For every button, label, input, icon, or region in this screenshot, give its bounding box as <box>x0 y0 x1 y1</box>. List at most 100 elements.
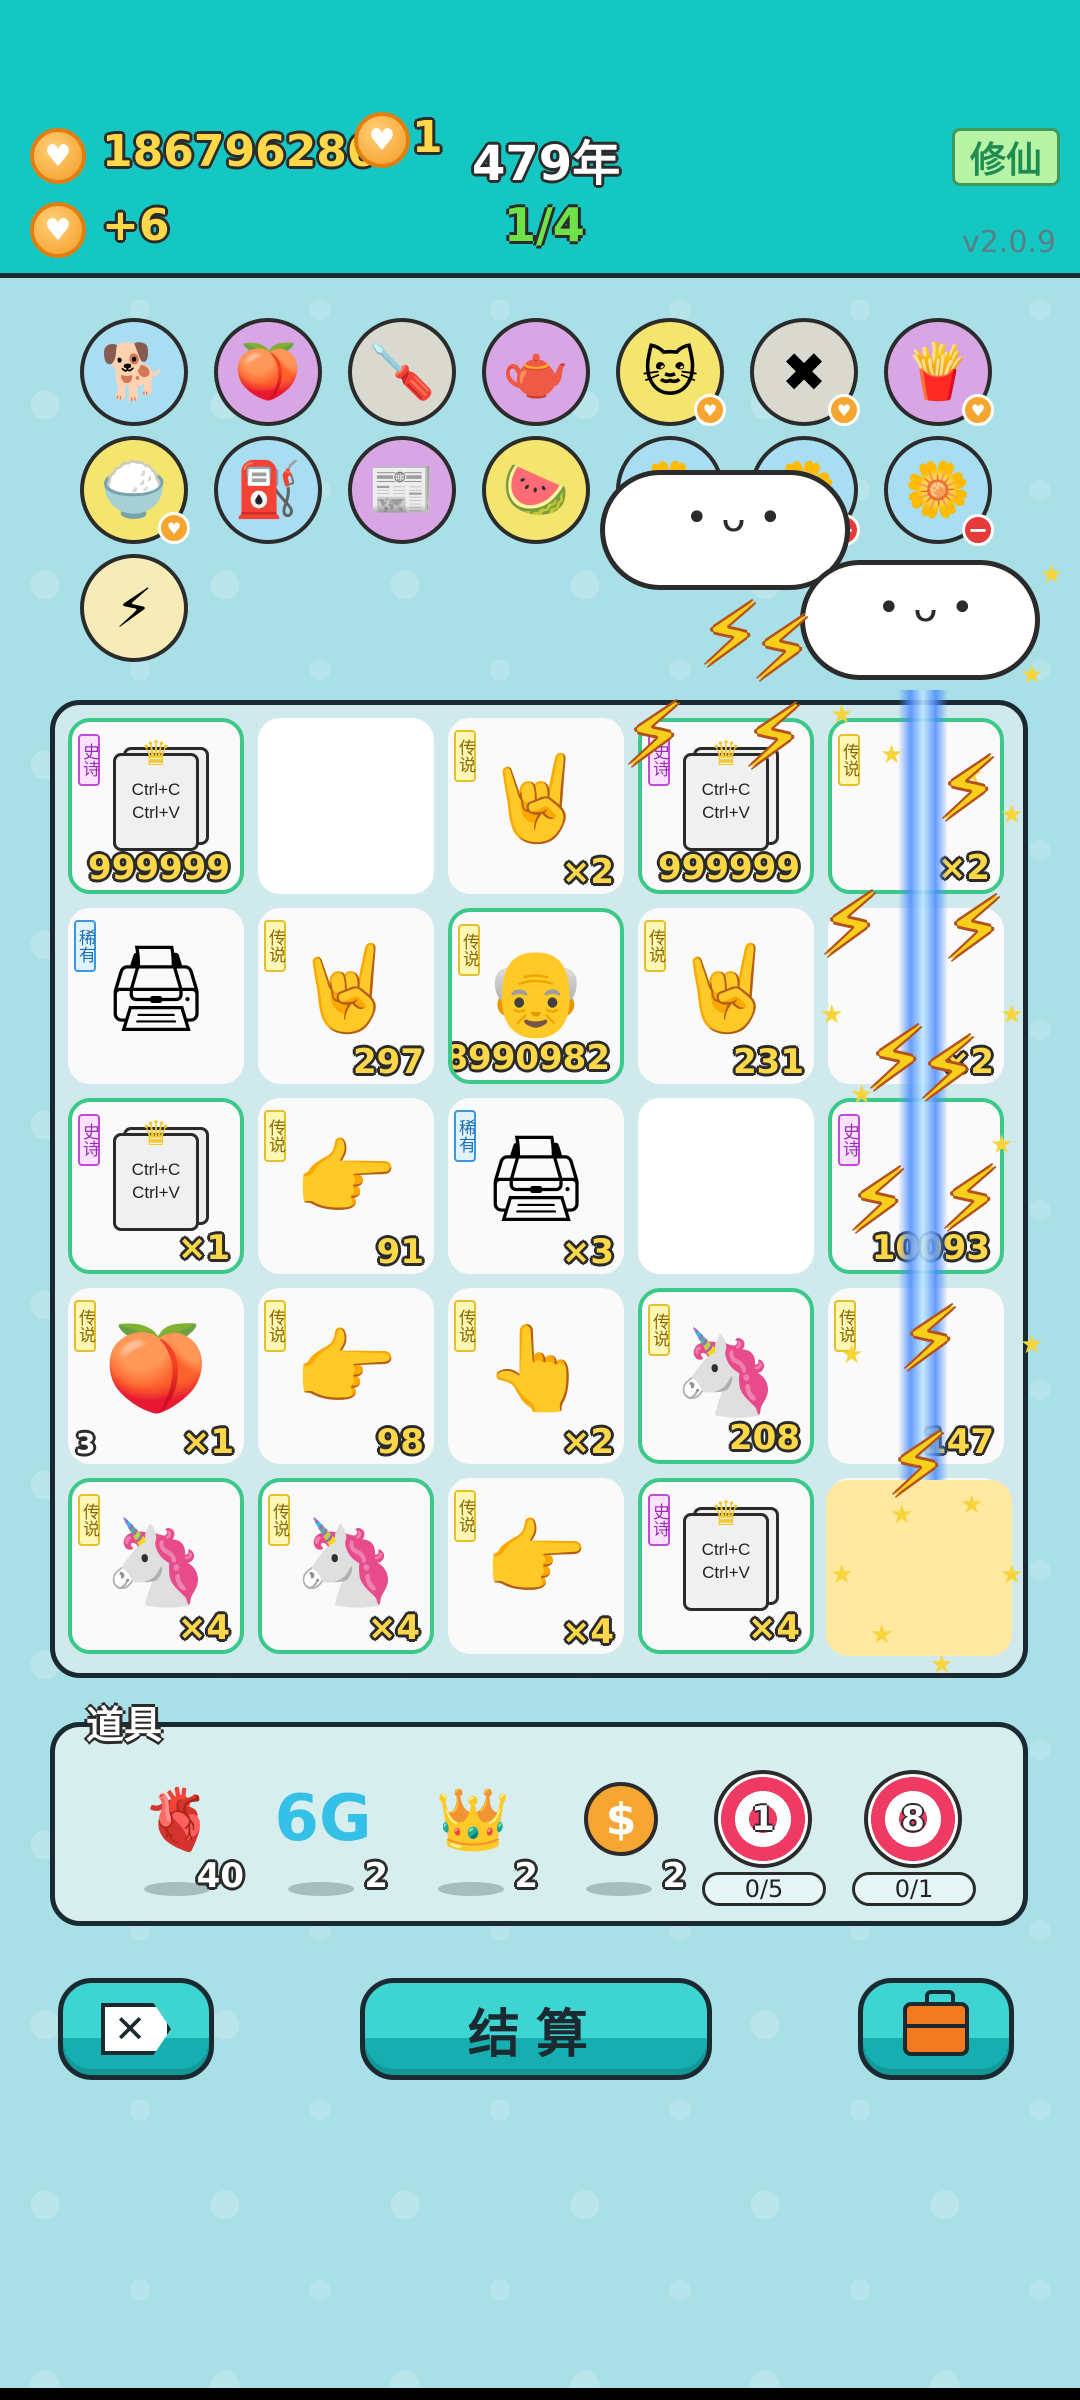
point-hand-icon: 👉 <box>293 1128 399 1227</box>
dollar-coin-icon: $ <box>556 1774 686 1864</box>
board-cell-printer[interactable]: 稀有 🖨 <box>68 908 244 1084</box>
board-cell-point-hand[interactable]: 传说 👆 ×2 <box>448 1288 624 1464</box>
prop-liver[interactable]: 🫀 40 <box>114 1774 244 1914</box>
board-cell-rock-hand[interactable]: 传说 🤘 297 <box>258 908 434 1084</box>
cell-count: ×2 <box>561 852 614 892</box>
cell-level: 3 <box>76 1427 96 1460</box>
star-particle-icon: ★ <box>880 740 904 770</box>
settle-button[interactable]: 结算 <box>360 1978 712 2080</box>
props-title: 道具 <box>86 1703 163 1747</box>
board-cell-rock-hand[interactable]: 传说 🤘 231 <box>638 908 814 1084</box>
golden-fruits-icon: 🍑 <box>103 1318 209 1417</box>
cell-count: 231 <box>733 1042 804 1082</box>
prop-crown[interactable]: 👑 2 <box>408 1774 538 1914</box>
target-8-progress: 0/1 <box>852 1872 976 1906</box>
lightning-bolt-icon: ⚡ <box>820 876 881 976</box>
screwdriver-icon[interactable]: 🪛 <box>348 318 456 426</box>
prop-count: 2 <box>364 1856 388 1896</box>
cloud-face-icon: • ᴗ • <box>685 495 783 541</box>
star-particle-icon: ★ <box>960 1490 984 1520</box>
star-particle-icon: ★ <box>830 1560 854 1590</box>
board-cell-point-hand[interactable]: 传说 👉 98 <box>258 1288 434 1464</box>
delete-tag-icon[interactable]: ✖ ♥ <box>750 318 860 426</box>
cell-count: ×4 <box>747 1608 800 1648</box>
cell-count: 208 <box>729 1418 800 1458</box>
star-particle-icon: ★ <box>930 1650 954 1680</box>
lightning-bolt-icon: ⚡ <box>624 686 685 786</box>
board-cell-rock-hand[interactable]: 传说 🤘 ×2 <box>448 718 624 894</box>
cultivation-button[interactable]: 修仙 <box>952 128 1060 186</box>
heart-badge-icon: ♥ <box>962 394 994 426</box>
cloud-right: • ᴗ • <box>800 560 1040 680</box>
board-cell-empty[interactable] <box>638 1098 814 1274</box>
board-cell-golden-fruits[interactable]: 传说 🍑 3 ×1 <box>68 1288 244 1464</box>
dollar-glyph: $ <box>584 1782 658 1856</box>
star-particle-icon: ★ <box>830 700 854 730</box>
cat-sunglasses-icon[interactable]: 🐱 ♥ <box>616 318 726 426</box>
lightning-bolt-icon: ⚡ <box>888 1416 949 1516</box>
board-cell-unicorn[interactable]: 传说 🦄 ×4 <box>68 1478 244 1654</box>
remove-button[interactable]: ✕ <box>58 1978 214 2080</box>
prop-shadow <box>438 1882 504 1896</box>
gravy-boat-icon[interactable]: 🫖 <box>482 318 590 426</box>
settle-button-label: 结算 <box>467 2004 604 2065</box>
version-label: v2.0.9 <box>962 225 1057 260</box>
rock-hand-icon: 🤘 <box>293 938 399 1037</box>
star-particle-icon: ★ <box>1000 1000 1024 1030</box>
board-cell-old-man[interactable]: 传说👴18990982 <box>448 908 624 1084</box>
cell-count: 999999 <box>658 848 800 888</box>
card-line-2: Ctrl+V <box>132 803 180 822</box>
lightning-icon[interactable]: ⚡ <box>80 554 188 662</box>
board-cell-copy-paste-card[interactable]: 史诗 Ctrl+C Ctrl+V ♛ ×1 <box>68 1098 244 1274</box>
lightning-bolt-icon: ⚡ <box>940 1150 1001 1250</box>
crown-icon: ♛ <box>140 1115 172 1153</box>
board-cell-printer[interactable]: 稀有 🖨 ×3 <box>448 1098 624 1274</box>
board-cell-copy-paste-card[interactable]: 史诗 Ctrl+C Ctrl+V ♛ ×4 <box>638 1478 814 1654</box>
coin-icon: ♥ <box>30 128 86 184</box>
eye-patch-fruit-icon[interactable]: 🍑 <box>214 318 322 426</box>
target-value: 8 <box>901 1799 925 1839</box>
lightning-bolt-icon: ⚡ <box>938 740 999 840</box>
printer-icon: 🖨 <box>482 1128 590 1227</box>
lightning-bolt-icon: ⚡ <box>918 1020 979 1120</box>
card-line-2: Ctrl+V <box>702 803 750 822</box>
board-cell-empty[interactable] <box>258 718 434 894</box>
6g-icon: 6G <box>274 1782 372 1856</box>
card-line-2: Ctrl+V <box>702 1563 750 1582</box>
coin-income: +6 <box>102 200 170 251</box>
cell-count: 999999 <box>88 848 230 888</box>
bag-button[interactable] <box>858 1978 1014 2080</box>
board-cell-copy-paste-card[interactable]: 史诗 Ctrl+C Ctrl+V ♛ 999999 <box>68 718 244 894</box>
board-cell-point-hand[interactable]: 传说 👉 ×4 <box>448 1478 624 1654</box>
prop-shadow <box>288 1882 354 1896</box>
cell-count: 297 <box>353 1042 424 1082</box>
rock-hand-icon: 🤘 <box>673 938 779 1037</box>
heart-badge-icon: ♥ <box>694 394 726 426</box>
board-cell-unicorn[interactable]: 传说 🦄 ×4 <box>258 1478 434 1654</box>
prop-dollar-coin[interactable]: $2 <box>556 1774 686 1914</box>
board-cell-unicorn[interactable]: 传说 🦄 208 <box>638 1288 814 1464</box>
board-cell-point-hand[interactable]: 传说 👉 91 <box>258 1098 434 1274</box>
unicorn-icon: 🦄 <box>103 1512 209 1611</box>
prop-shadow <box>586 1882 652 1896</box>
prop-6g[interactable]: 6G 2 <box>258 1774 388 1914</box>
unicorn-icon: 🦄 <box>293 1512 399 1611</box>
cell-count: ×4 <box>561 1612 614 1652</box>
cell-count: ×1 <box>181 1422 234 1462</box>
target-1-progress: 0/5 <box>702 1872 826 1906</box>
star-particle-icon: ★ <box>820 1000 844 1030</box>
fruit-basket-icon[interactable]: 🍉 <box>482 436 590 544</box>
rice-bowl-icon[interactable]: 🍚 ♥ <box>80 436 190 544</box>
point-hand-icon: 👆 <box>483 1318 589 1417</box>
shiba-dog-icon[interactable]: 🐕 <box>80 318 188 426</box>
cell-count: ×1 <box>177 1228 230 1268</box>
pump-icon[interactable]: ⛽ <box>214 436 322 544</box>
time-magazine-icon[interactable]: 📰 <box>348 436 456 544</box>
round-progress: 1/4 <box>504 198 585 252</box>
fries-icon[interactable]: 🍟 ♥ <box>884 318 994 426</box>
flower-pot-icon[interactable]: 🌼− <box>884 436 994 546</box>
heart-badge-icon: ♥ <box>828 394 860 426</box>
year-display: 479年 <box>472 136 621 192</box>
target-8-icon[interactable]: 8 <box>864 1770 962 1868</box>
target-1-icon[interactable]: 1 <box>714 1770 812 1868</box>
